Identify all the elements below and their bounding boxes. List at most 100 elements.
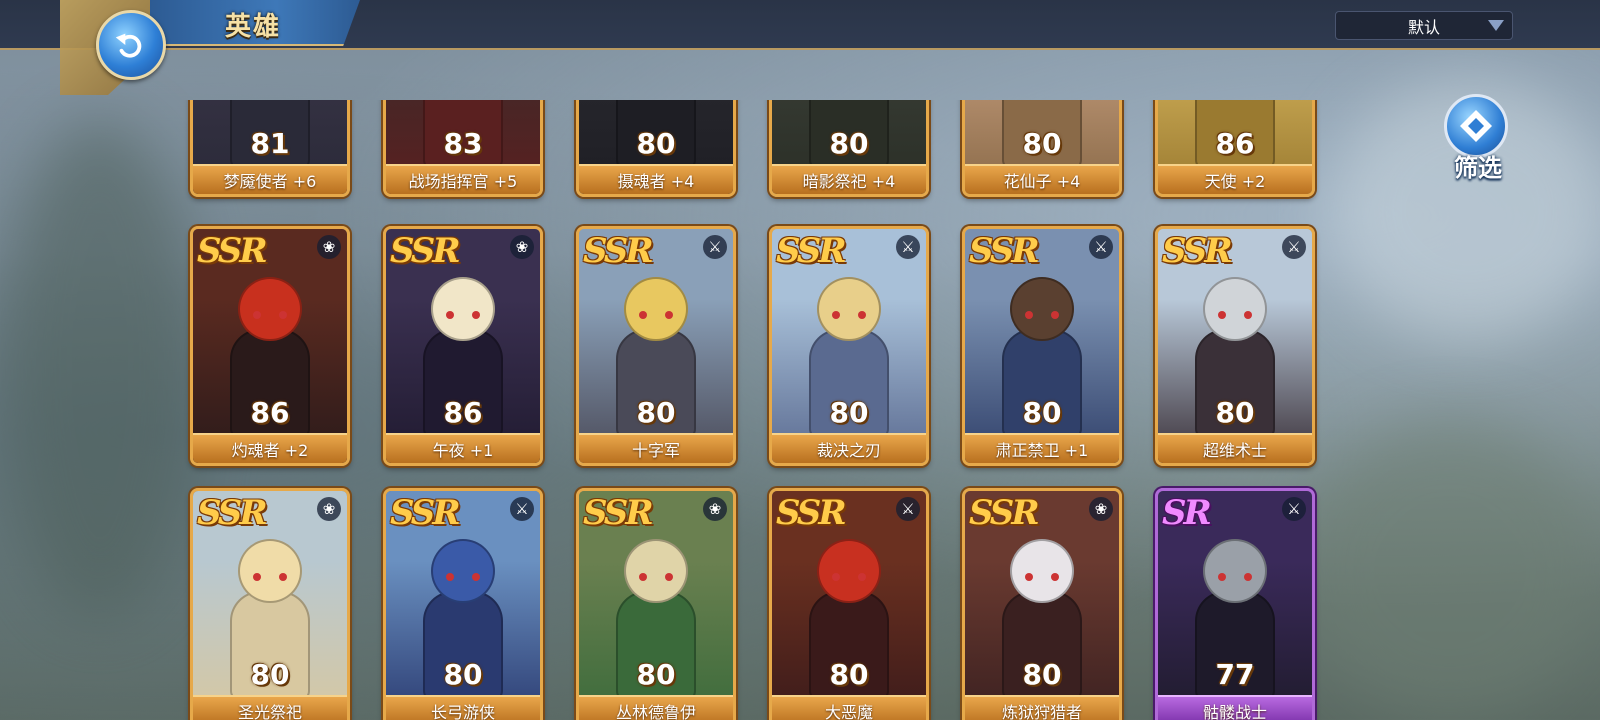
hero-name: 花仙子 +4 <box>965 164 1119 194</box>
hero-card[interactable]: 80 摄魂者 +4 <box>576 100 736 197</box>
hero-eyes-art <box>253 311 287 319</box>
hero-level: 80 <box>1215 396 1255 429</box>
hero-eyes-art <box>639 573 673 581</box>
hero-level: 80 <box>443 658 483 691</box>
hero-eyes-art <box>832 311 866 319</box>
staff-class-icon: ❀ <box>317 235 341 259</box>
hero-card[interactable]: SSR ❀ 86 午夜 +1 <box>383 226 543 466</box>
hero-head-art <box>431 277 495 341</box>
hero-head-art <box>1010 277 1074 341</box>
back-button[interactable] <box>96 10 166 80</box>
hero-head-art <box>817 277 881 341</box>
hero-card[interactable]: SSR ⚔ 80 十字军 <box>576 226 736 466</box>
hero-level: 80 <box>636 396 676 429</box>
hero-name: 圣光祭祀 <box>193 695 347 720</box>
hero-level: 80 <box>250 658 290 691</box>
hero-eyes-art <box>639 311 673 319</box>
rarity-badge: SSR <box>583 231 654 271</box>
hero-name: 丛林德鲁伊 <box>579 695 733 720</box>
filter-label: 筛选 <box>1454 154 1502 182</box>
hero-head-art <box>238 277 302 341</box>
hero-level: 80 <box>1022 658 1062 691</box>
hero-card[interactable]: SSR ⚔ 80 裁决之刃 <box>769 226 929 466</box>
hero-eyes-art <box>446 311 480 319</box>
hero-name: 炼狱狩猎者 <box>965 695 1119 720</box>
hero-card[interactable]: 80 花仙子 +4 <box>962 100 1122 197</box>
hero-name: 肃正禁卫 +1 <box>965 433 1119 463</box>
hero-eyes-art <box>1218 573 1252 581</box>
hero-name: 裁决之刃 <box>772 433 926 463</box>
hero-card[interactable]: SSR ❀ 86 灼魂者 +2 <box>190 226 350 466</box>
hero-card[interactable]: 83 战场指挥官 +5 <box>383 100 543 197</box>
rarity-badge: SSR <box>583 493 654 533</box>
back-arrow-icon <box>115 33 142 58</box>
hero-name: 长弓游侠 <box>386 695 540 720</box>
rarity-badge: SSR <box>390 493 461 533</box>
hero-head-art <box>238 539 302 603</box>
hero-head-art <box>1203 277 1267 341</box>
hero-level: 80 <box>1022 396 1062 429</box>
hero-name: 超维术士 <box>1158 433 1312 463</box>
hero-grid: 81 梦魇使者 +6 83 战场指挥官 +5 80 摄魂者 +4 80 暗影祭祀 +4 … <box>0 100 1600 720</box>
sort-dropdown[interactable]: 默认 <box>1335 11 1513 40</box>
hero-card[interactable]: SSR ⚔ 80 长弓游侠 <box>383 488 543 720</box>
staff-class-icon: ❀ <box>510 235 534 259</box>
hero-eyes-art <box>1218 311 1252 319</box>
hero-eyes-art <box>832 573 866 581</box>
hero-head-art <box>624 277 688 341</box>
rarity-badge: SSR <box>969 231 1040 271</box>
hero-head-art <box>1203 539 1267 603</box>
hero-head-art <box>817 539 881 603</box>
hero-card[interactable]: SSR ⚔ 80 肃正禁卫 +1 <box>962 226 1122 466</box>
hero-eyes-art <box>253 573 287 581</box>
hero-card[interactable]: SSR ❀ 80 炼狱狩猎者 <box>962 488 1122 720</box>
hero-card[interactable]: SSR ⚔ 80 超维术士 <box>1155 226 1315 466</box>
hero-card[interactable]: SR ⚔ 77 骷髅战士 <box>1155 488 1315 720</box>
hero-name: 梦魇使者 +6 <box>193 164 347 194</box>
rarity-badge: SSR <box>969 493 1040 533</box>
hero-card[interactable]: SSR ⚔ 80 大恶魔 <box>769 488 929 720</box>
hero-card[interactable]: 81 梦魇使者 +6 <box>190 100 350 197</box>
hero-name: 午夜 +1 <box>386 433 540 463</box>
hero-level: 80 <box>829 127 869 160</box>
crossed-swords-class-icon: ⚔ <box>1282 235 1306 259</box>
hero-name: 战场指挥官 +5 <box>386 164 540 194</box>
hero-eyes-art <box>1025 573 1059 581</box>
hero-eyes-art <box>1025 311 1059 319</box>
hero-eyes-art <box>446 573 480 581</box>
page-title: 英雄 <box>225 12 282 42</box>
hero-level: 86 <box>250 396 290 429</box>
hero-name: 灼魂者 +2 <box>193 433 347 463</box>
hero-level: 86 <box>443 396 483 429</box>
rarity-badge: SSR <box>197 493 268 533</box>
hero-level: 80 <box>829 396 869 429</box>
hero-level: 80 <box>636 127 676 160</box>
sort-dropdown-label: 默认 <box>1407 17 1440 37</box>
hero-card[interactable]: SSR ❀ 80 丛林德鲁伊 <box>576 488 736 720</box>
crossed-swords-class-icon: ⚔ <box>1282 497 1306 521</box>
filter-button[interactable]: 筛选 <box>1440 92 1516 182</box>
hero-level: 80 <box>636 658 676 691</box>
crossed-swords-class-icon: ⚔ <box>1089 235 1113 259</box>
hero-level: 80 <box>829 658 869 691</box>
hero-level: 83 <box>443 127 483 160</box>
hero-card[interactable]: SSR ❀ 80 圣光祭祀 <box>190 488 350 720</box>
hero-head-art <box>624 539 688 603</box>
hero-name: 暗影祭祀 +4 <box>772 164 926 194</box>
hero-level: 80 <box>1022 127 1062 160</box>
rarity-badge: SSR <box>776 231 847 271</box>
crossed-swords-class-icon: ⚔ <box>896 497 920 521</box>
staff-class-icon: ❀ <box>1089 497 1113 521</box>
rarity-badge: SSR <box>776 493 847 533</box>
rarity-badge: SSR <box>197 231 268 271</box>
hero-name: 骷髅战士 <box>1158 695 1312 720</box>
hero-level: 81 <box>250 127 290 160</box>
hero-head-art <box>431 539 495 603</box>
crossed-swords-class-icon: ⚔ <box>510 497 534 521</box>
hero-level: 86 <box>1215 127 1255 160</box>
hero-card[interactable]: 86 天使 +2 <box>1155 100 1315 197</box>
hero-name: 十字军 <box>579 433 733 463</box>
crossed-swords-class-icon: ⚔ <box>703 235 727 259</box>
rarity-badge: SR <box>1162 493 1212 533</box>
hero-card[interactable]: 80 暗影祭祀 +4 <box>769 100 929 197</box>
